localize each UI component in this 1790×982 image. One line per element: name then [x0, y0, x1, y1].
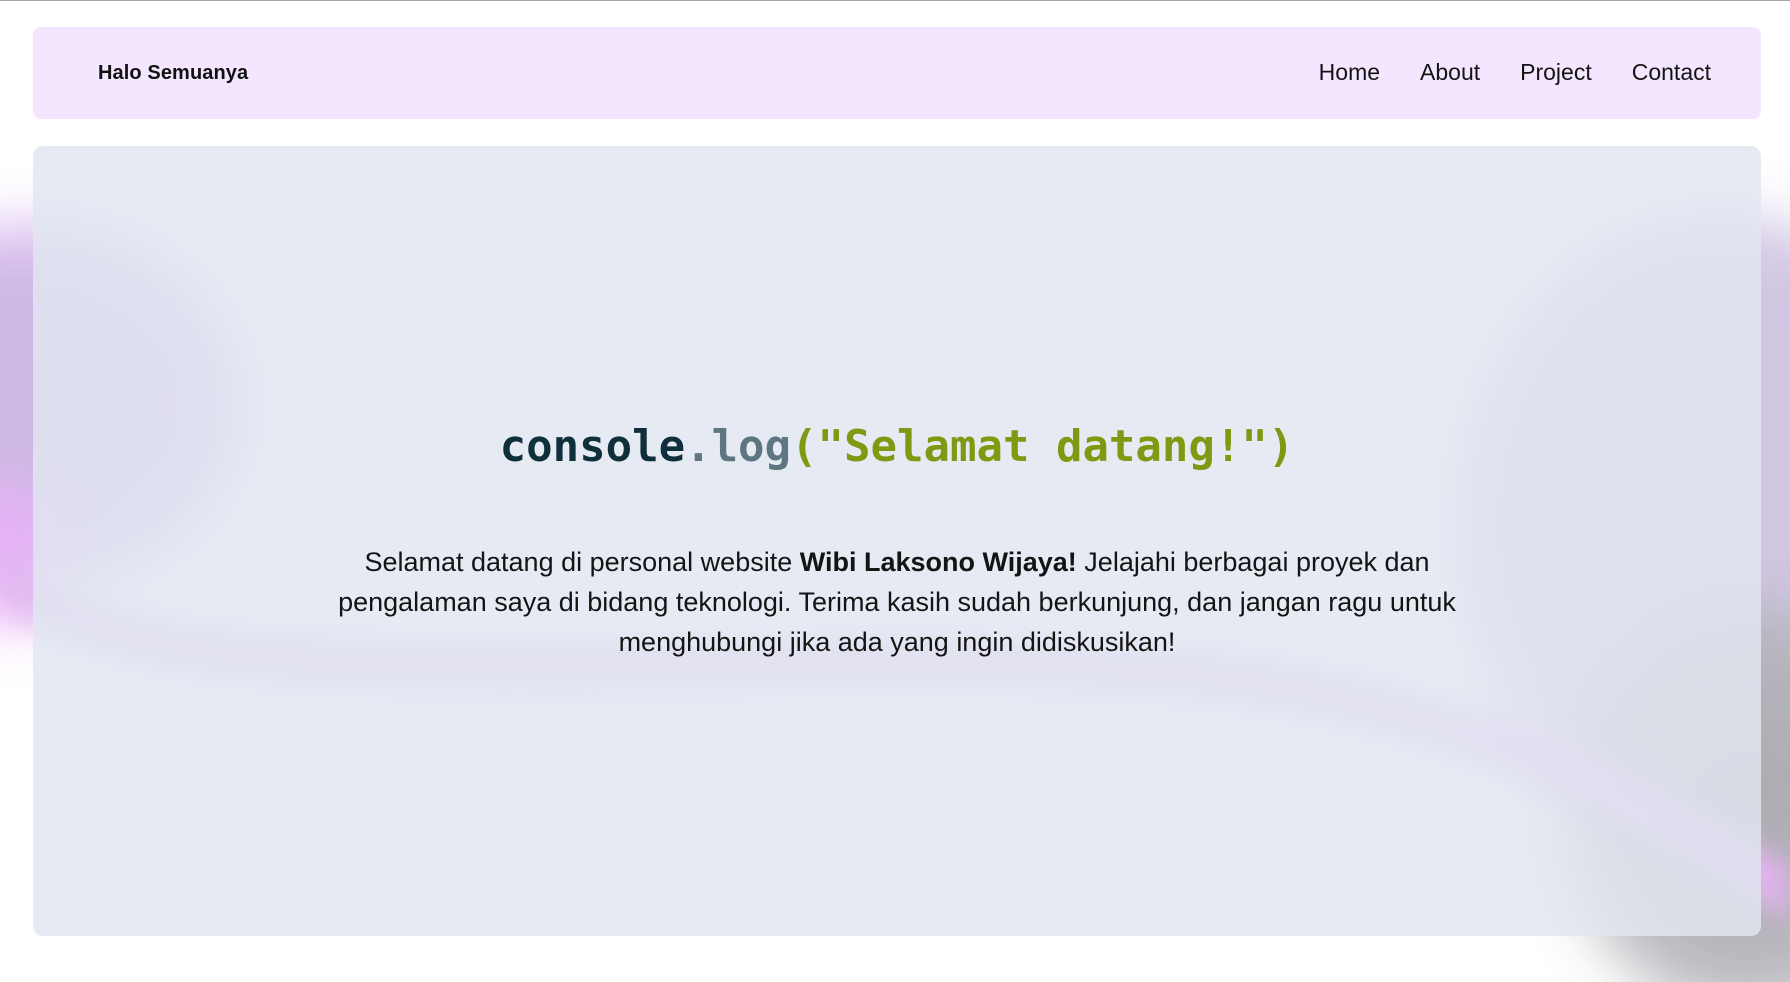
hero-intro-text: Selamat datang di personal website Wibi … [313, 542, 1481, 662]
nav-link-contact[interactable]: Contact [1632, 59, 1711, 86]
nav-link-about[interactable]: About [1420, 59, 1480, 86]
nav-links: Home About Project Contact [1319, 59, 1711, 86]
nav-link-project[interactable]: Project [1520, 59, 1592, 86]
intro-name: Wibi Laksono Wijaya! [799, 547, 1077, 577]
navbar: Halo Semuanya Home About Project Contact [33, 27, 1761, 119]
hero-code-heading: console.log("Selamat datang!") [33, 421, 1761, 472]
code-dot: . [685, 421, 712, 472]
code-method: log [711, 421, 792, 472]
brand-title[interactable]: Halo Semuanya [98, 62, 248, 85]
code-object: console [499, 421, 686, 472]
code-args: ("Selamat datang!") [791, 421, 1295, 472]
intro-text-before: Selamat datang di personal website [364, 547, 800, 577]
hero-section: console.log("Selamat datang!") Selamat d… [33, 146, 1761, 936]
nav-link-home[interactable]: Home [1319, 59, 1380, 86]
